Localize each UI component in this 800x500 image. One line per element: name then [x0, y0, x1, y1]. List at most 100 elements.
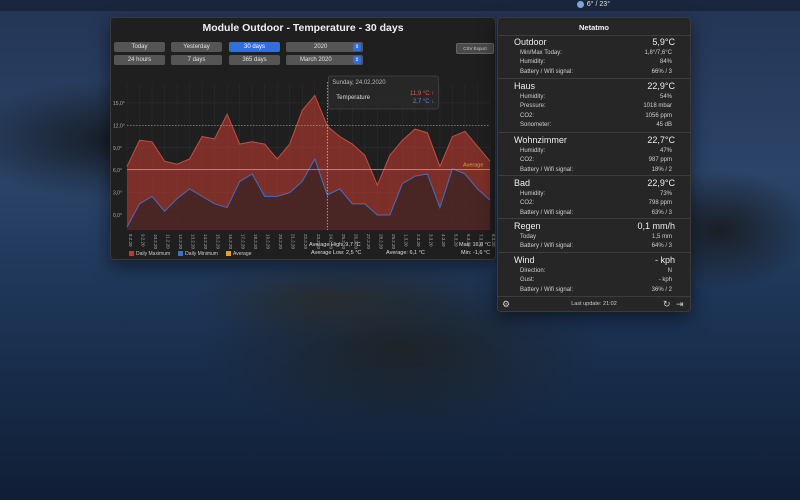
module-value: 22,7°C — [647, 135, 675, 145]
divider — [498, 78, 690, 79]
detail-value: 18% / 2 — [651, 166, 672, 173]
average-label: Average — [463, 162, 483, 168]
exit-icon[interactable]: ⇥ — [676, 299, 684, 309]
y-tick-label: 6,0° — [113, 168, 122, 174]
detail-label: Battery / Wifi signal: — [520, 243, 574, 250]
detail-label: CO2: — [520, 200, 535, 207]
module-detail-row: Humidity: 73% — [520, 191, 672, 200]
divider — [498, 218, 690, 219]
menu-bar: 6° / 23° — [0, 0, 800, 11]
module-detail-row: Humidity: 84% — [520, 59, 672, 68]
divider — [498, 252, 690, 253]
x-tick-label: 2.3.20 — [416, 234, 421, 247]
y-tick-label: 3,0° — [113, 191, 122, 197]
x-tick-label: 5.3.20 — [453, 234, 458, 247]
detail-label: Direction: — [520, 268, 546, 274]
last-update: Last update: 21:02 — [571, 301, 617, 307]
netatmo-panel: Netatmo Outdoor 5,9°C Min/Max Today: 1,8°/7… — [497, 17, 691, 312]
detail-value: 36% / 2 — [651, 286, 672, 293]
tooltip-date: Sunday, 24.02.2020 — [332, 80, 386, 86]
detail-value: 84% — [659, 59, 672, 66]
module-detail-row: Sonometer: 45 dB — [520, 122, 672, 131]
x-tick-label: 19.2.20 — [266, 234, 271, 250]
divider — [498, 175, 690, 176]
divider — [498, 35, 690, 36]
x-tick-label: 12.2.20 — [178, 234, 183, 250]
module-detail-row: Direction: N — [520, 268, 672, 277]
x-tick-label: 18.2.20 — [253, 234, 258, 250]
x-tick-label: 10.2.20 — [153, 234, 158, 250]
x-tick-label: 14.2.20 — [203, 234, 208, 250]
weather-icon — [576, 1, 584, 8]
detail-value: N — [667, 268, 672, 274]
module-detail-row: Battery / Wifi signal: 36% / 2 — [520, 287, 672, 296]
module-detail-row: Today 1,5 mm — [520, 234, 672, 243]
detail-value: 66% / 3 — [651, 68, 672, 75]
detail-label: Battery / Wifi signal: — [520, 209, 574, 216]
y-tick-label: 9,0° — [113, 146, 122, 152]
x-tick-label: 29.2.20 — [391, 234, 396, 250]
legend-label-max: Daily Maximum — [136, 251, 171, 257]
legend-label-min: Daily Minimum — [185, 251, 218, 257]
detail-value: 798 ppm — [648, 200, 672, 207]
detail-value: 987 ppm — [648, 157, 672, 164]
detail-label: Battery / Wifi signal: — [520, 166, 574, 173]
detail-label: Gust: — [520, 277, 535, 284]
module-value: 22,9°C — [647, 81, 675, 91]
module-value: 22,9°C — [647, 178, 675, 188]
stat-min: Min: -1,6 °C — [461, 250, 491, 256]
detail-value: 1,8°/7,6°C — [644, 50, 672, 56]
x-tick-label: 28.2.20 — [378, 234, 383, 250]
module-name: Wohnzimmer — [514, 135, 567, 145]
module-value: 0,1 mm/h — [637, 221, 675, 231]
detail-value: 1,5 mm — [651, 234, 672, 240]
module-name: Regen — [514, 221, 541, 231]
y-tick-label: 0,0° — [113, 213, 122, 219]
x-tick-label: 4.3.20 — [441, 234, 446, 247]
tooltip-low: 2,7 °C ↓ — [413, 99, 434, 105]
detail-value: 1056 ppm — [645, 112, 672, 119]
tooltip-high: 11,9 °C ↑ — [410, 91, 434, 97]
detail-value: 1018 mbar — [643, 103, 672, 110]
x-tick-label: 13.2.20 — [191, 234, 196, 250]
detail-value: 47% — [659, 148, 672, 154]
stat-average: Average: 6,1 °C — [386, 250, 425, 256]
x-tick-label: 17.2.20 — [241, 234, 246, 250]
temperature-chart[interactable]: 0,0° 3,0° 6,0° 9,0° 12,0° 15,0° 8.2.20 9.2.20 10… — [111, 18, 495, 259]
x-tick-label: 11.2.20 — [166, 234, 171, 249]
x-tick-label: 1.3.20 — [403, 234, 408, 247]
module-detail-row: CO2: 798 ppm — [520, 200, 672, 209]
divider — [498, 132, 690, 133]
legend-item-max: Daily Maximum — [129, 251, 170, 257]
legend-swatch-max — [129, 251, 134, 257]
legend-swatch-avg — [225, 251, 231, 257]
x-tick-label: 3.3.20 — [428, 234, 433, 247]
chart-legend: Daily Maximum Daily Minimum Average — [129, 251, 252, 257]
detail-label: Battery / Wifi signal: — [520, 68, 574, 75]
detail-label: Humidity: — [520, 148, 546, 154]
legend-item-min: Daily Minimum — [178, 251, 218, 257]
stat-average-high: Average High: 9,7 °C — [309, 242, 361, 248]
module-detail-row: Humidity: 54% — [520, 94, 672, 103]
x-tick-label: 22.2.20 — [303, 234, 308, 250]
detail-value: - kph — [658, 277, 672, 284]
module-detail-row: Humidity: 47% — [520, 148, 672, 157]
x-tick-label: 16.2.20 — [228, 234, 233, 250]
detail-value: 54% — [659, 94, 672, 100]
detail-label: CO2: — [520, 112, 535, 119]
refresh-icon[interactable]: ↻ — [663, 299, 671, 309]
module-name: Bad — [514, 178, 531, 188]
detail-label: Humidity: — [520, 94, 546, 100]
x-tick-label: 8.3.20 — [491, 234, 495, 247]
module-name: Haus — [514, 81, 536, 91]
menubar-weather[interactable]: 6° / 23° — [576, 1, 610, 8]
x-tick-label: 27.2.20 — [366, 234, 371, 250]
detail-label: Sonometer: — [520, 121, 552, 128]
module-detail-row: Battery / Wifi signal: 66% / 3 — [520, 69, 672, 78]
module-name: Wind — [514, 255, 535, 265]
legend-item-avg: Average — [225, 251, 252, 257]
detail-label: Humidity: — [520, 59, 546, 66]
module-detail-row: Min/Max Today: 1,8°/7,6°C — [520, 50, 672, 59]
module-detail-row: CO2: 987 ppm — [520, 157, 672, 166]
module-value: - kph — [654, 255, 675, 265]
